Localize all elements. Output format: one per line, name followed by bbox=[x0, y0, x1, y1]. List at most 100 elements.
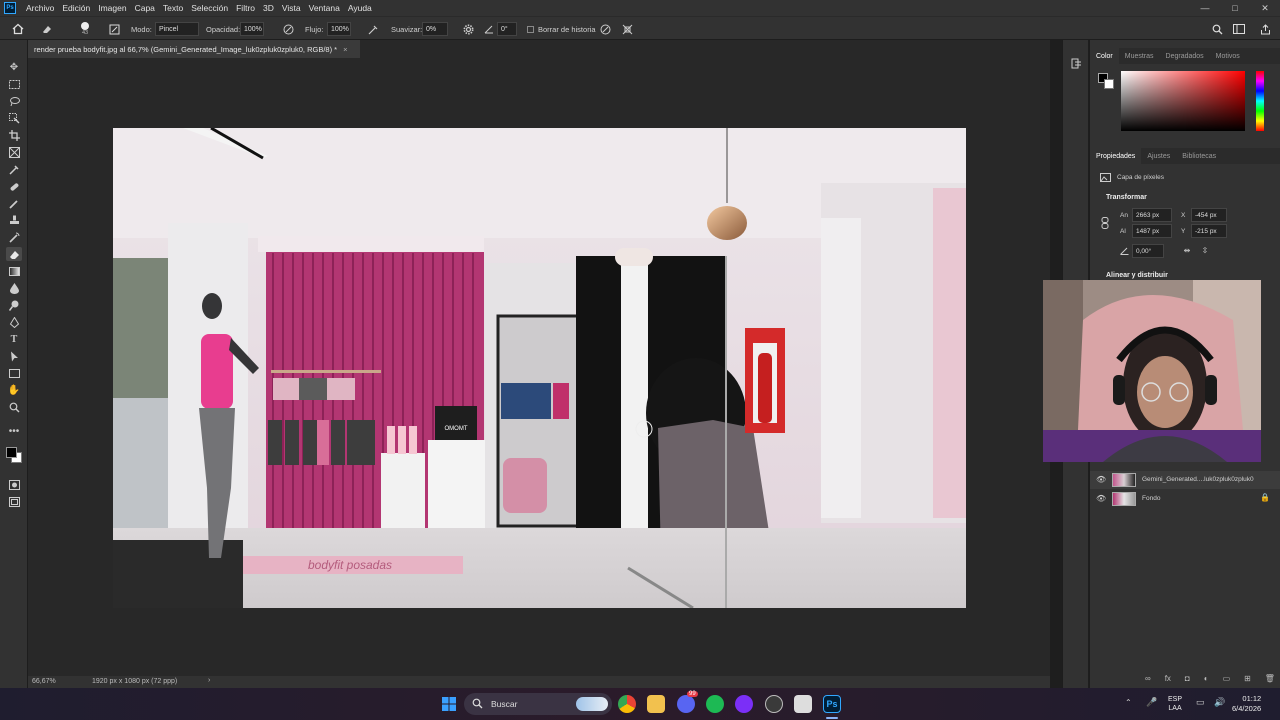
menu-3d[interactable]: 3D bbox=[259, 3, 278, 13]
color-field[interactable] bbox=[1121, 71, 1245, 131]
opacidad-input[interactable]: 100% bbox=[240, 22, 264, 36]
menu-texto[interactable]: Texto bbox=[159, 3, 187, 13]
crop-tool-icon[interactable] bbox=[6, 128, 22, 142]
type-tool-icon[interactable]: T bbox=[6, 332, 22, 346]
frame-tool-icon[interactable] bbox=[6, 145, 22, 159]
microphone-icon[interactable]: 🎤 bbox=[1146, 697, 1157, 708]
transform-section-title[interactable]: Transformar bbox=[1106, 194, 1147, 201]
zoom-level[interactable]: 66,67% bbox=[32, 678, 56, 685]
clock[interactable]: 01:12 6/4/2026 bbox=[1232, 694, 1261, 714]
quick-mask-icon[interactable] bbox=[6, 478, 22, 492]
marquee-tool-icon[interactable] bbox=[6, 77, 22, 91]
menu-ayuda[interactable]: Ayuda bbox=[344, 3, 376, 13]
flip-horizontal-icon[interactable]: ⇹ bbox=[1182, 245, 1192, 255]
chatgpt-icon[interactable] bbox=[765, 695, 783, 713]
menu-imagen[interactable]: Imagen bbox=[94, 3, 130, 13]
airbrush-icon[interactable] bbox=[366, 17, 380, 41]
menu-archivo[interactable]: Archivo bbox=[22, 3, 58, 13]
background-swatch[interactable] bbox=[1104, 79, 1114, 89]
healing-brush-tool-icon[interactable] bbox=[6, 179, 22, 193]
history-brush-tool-icon[interactable] bbox=[6, 230, 22, 244]
document-tab[interactable]: render prueba bodyfit.jpg al 66,7% (Gemi… bbox=[28, 40, 360, 58]
object-select-tool-icon[interactable] bbox=[6, 111, 22, 125]
width-input[interactable]: 2663 px bbox=[1132, 208, 1172, 222]
rectangle-tool-icon[interactable] bbox=[6, 366, 22, 380]
clone-stamp-tool-icon[interactable] bbox=[6, 213, 22, 227]
move-tool-icon[interactable]: ✥ bbox=[6, 60, 22, 74]
trash-icon[interactable]: 🗑 bbox=[1265, 674, 1275, 686]
tab-bibliotecas[interactable]: Bibliotecas bbox=[1176, 153, 1222, 160]
menu-vista[interactable]: Vista bbox=[278, 3, 305, 13]
adjustment-layer-icon[interactable]: ◐ bbox=[1204, 674, 1209, 686]
workspace-icon[interactable] bbox=[1231, 17, 1247, 41]
photoshop-taskbar-icon[interactable]: Ps bbox=[823, 695, 841, 713]
symmetry-icon[interactable] bbox=[620, 17, 634, 41]
chrome-icon[interactable] bbox=[618, 695, 636, 713]
eraser-tool-preset-icon[interactable] bbox=[38, 17, 56, 41]
brush-size-picker[interactable]: 43 bbox=[76, 17, 94, 41]
color-swatches[interactable] bbox=[6, 440, 22, 470]
tab-propiedades[interactable]: Propiedades bbox=[1090, 148, 1142, 164]
tab-ajustes[interactable]: Ajustes bbox=[1141, 153, 1176, 160]
layer-row[interactable]: 👁 Fondo 🔒 bbox=[1090, 490, 1280, 508]
visibility-eye-icon[interactable]: 👁 bbox=[1096, 494, 1106, 503]
eraser-tool-icon[interactable] bbox=[6, 247, 22, 261]
visibility-eye-icon[interactable]: 👁 bbox=[1096, 475, 1106, 484]
new-group-icon[interactable]: ▭ bbox=[1223, 674, 1231, 686]
zoom-tool-icon[interactable] bbox=[6, 400, 22, 414]
close-tab-icon[interactable]: × bbox=[343, 45, 347, 54]
layer-name[interactable]: Fondo bbox=[1142, 495, 1160, 502]
monitor-icon[interactable]: ▭ bbox=[1196, 697, 1205, 708]
layer-name[interactable]: Gemini_Generated....luk0zpluk0zpluk0 bbox=[1142, 476, 1254, 483]
menu-edicion[interactable]: Edición bbox=[58, 3, 94, 13]
angle-input[interactable]: 0° bbox=[497, 22, 517, 36]
pressure-size-icon[interactable] bbox=[598, 17, 612, 41]
tab-motivos[interactable]: Motivos bbox=[1210, 53, 1246, 60]
discord-icon[interactable]: 99 bbox=[677, 691, 698, 713]
path-selection-tool-icon[interactable] bbox=[6, 349, 22, 363]
language-indicator[interactable]: ESP LAA bbox=[1168, 695, 1182, 713]
lasso-tool-icon[interactable] bbox=[6, 94, 22, 108]
blur-tool-icon[interactable] bbox=[6, 281, 22, 295]
menu-seleccion[interactable]: Selección bbox=[187, 3, 232, 13]
hue-slider[interactable] bbox=[1256, 71, 1264, 131]
search-icon[interactable] bbox=[1210, 17, 1224, 41]
minimize-button[interactable]: — bbox=[1190, 0, 1220, 16]
layer-row[interactable]: 👁 Gemini_Generated....luk0zpluk0zpluk0 bbox=[1090, 471, 1280, 489]
status-arrow-icon[interactable]: › bbox=[208, 677, 210, 684]
x-input[interactable]: -454 px bbox=[1191, 208, 1227, 222]
menu-ventana[interactable]: Ventana bbox=[305, 3, 344, 13]
flujo-input[interactable]: 100% bbox=[327, 22, 351, 36]
flip-vertical-icon[interactable]: ⇳ bbox=[1200, 245, 1210, 255]
eyedropper-tool-icon[interactable] bbox=[6, 162, 22, 176]
angle-field[interactable]: 0,00° bbox=[1132, 244, 1164, 258]
dodge-tool-icon[interactable] bbox=[6, 298, 22, 312]
screen-mode-icon[interactable] bbox=[6, 495, 22, 509]
volume-icon[interactable]: 🔊 bbox=[1214, 697, 1225, 708]
pressure-opacity-icon[interactable] bbox=[281, 17, 295, 41]
align-section-title[interactable]: Alinear y distribuir bbox=[1106, 272, 1168, 279]
menu-filtro[interactable]: Filtro bbox=[232, 3, 259, 13]
home-icon[interactable] bbox=[10, 17, 26, 41]
menu-capa[interactable]: Capa bbox=[131, 3, 159, 13]
share-icon[interactable] bbox=[1258, 17, 1272, 41]
obs-icon[interactable] bbox=[735, 695, 753, 713]
tab-color[interactable]: Color bbox=[1090, 48, 1119, 64]
spotify-icon[interactable] bbox=[706, 695, 724, 713]
brush-tool-icon[interactable] bbox=[6, 196, 22, 210]
app-icon[interactable] bbox=[794, 695, 812, 713]
tab-muestras[interactable]: Muestras bbox=[1119, 53, 1160, 60]
link-dimensions-icon[interactable] bbox=[1100, 217, 1110, 229]
borrar-historia-checkbox[interactable]: Borrar de historia bbox=[527, 17, 596, 41]
more-tools-icon[interactable]: ••• bbox=[6, 424, 22, 438]
close-window-button[interactable]: ✕ bbox=[1250, 0, 1280, 16]
brush-settings-icon[interactable] bbox=[106, 17, 122, 41]
add-mask-icon[interactable]: ◘ bbox=[1185, 674, 1190, 686]
maximize-button[interactable]: □ bbox=[1220, 0, 1250, 16]
windows-start-icon[interactable] bbox=[440, 695, 458, 713]
taskbar-search[interactable]: Buscar bbox=[464, 693, 612, 715]
fx-icon[interactable]: fx bbox=[1165, 674, 1171, 686]
history-panel-icon[interactable] bbox=[1069, 56, 1083, 70]
gear-icon[interactable] bbox=[461, 17, 475, 41]
foreground-color-swatch[interactable] bbox=[6, 447, 17, 458]
